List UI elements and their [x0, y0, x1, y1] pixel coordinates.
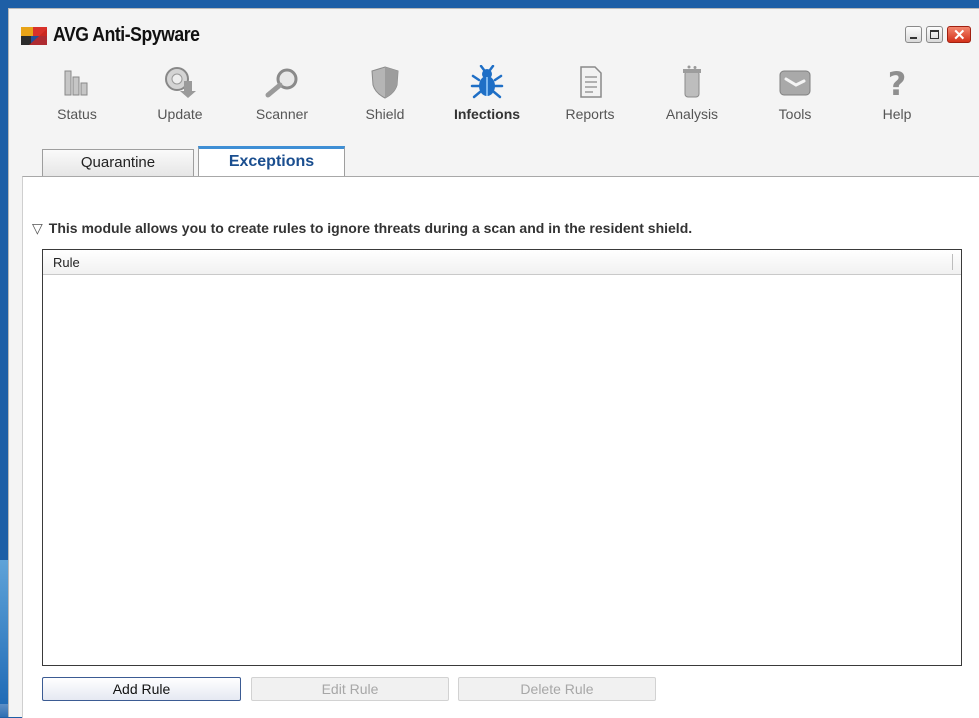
maximize-button[interactable] — [926, 26, 943, 43]
rules-list[interactable]: Rule — [42, 249, 962, 666]
toolbar-shield-button[interactable]: Shield — [345, 65, 425, 135]
toolbar-scanner-label: Scanner — [255, 106, 309, 122]
toolbar-help-button[interactable]: ? Help — [857, 65, 937, 135]
toolbar-tools-button[interactable]: Tools — [755, 65, 835, 135]
delete-rule-button[interactable]: Delete Rule — [458, 677, 656, 701]
minimize-button[interactable] — [905, 26, 922, 43]
toolbar-help-label: Help — [882, 106, 912, 122]
title-bar[interactable]: AVG Anti-Spyware ✕ — [9, 9, 979, 53]
toolbar-update-button[interactable]: Update — [140, 65, 220, 135]
scanner-icon — [265, 68, 298, 98]
tools-icon — [779, 70, 811, 96]
svg-text:?: ? — [888, 65, 907, 99]
column-divider[interactable] — [952, 254, 953, 270]
help-icon: ? — [888, 65, 907, 99]
app-title: AVG Anti-Spyware — [53, 24, 200, 46]
toolbar-status-label: Status — [57, 106, 97, 122]
toolbar-reports-label: Reports — [565, 106, 615, 122]
toolbar-analysis-button[interactable]: Analysis — [652, 65, 732, 135]
infections-icon — [470, 65, 504, 99]
close-button[interactable]: ✕ — [947, 26, 971, 44]
module-description: ▽ This module allows you to create rules … — [32, 220, 692, 237]
status-icon — [64, 70, 88, 96]
toolbar-reports-button[interactable]: Reports — [550, 65, 630, 135]
update-icon — [165, 67, 196, 98]
shield-icon — [371, 66, 399, 99]
module-description-text: This module allows you to create rules t… — [48, 220, 693, 236]
rules-list-header: Rule — [43, 250, 961, 275]
tab-quarantine[interactable]: Quarantine — [42, 149, 194, 176]
analysis-icon — [683, 65, 701, 98]
close-icon: ✕ — [953, 27, 966, 44]
toolbar-infections-label: Infections — [453, 106, 521, 122]
avg-logo-icon — [21, 27, 47, 45]
collapse-triangle-icon[interactable]: ▽ — [32, 220, 43, 237]
column-header-rule[interactable]: Rule — [53, 255, 80, 270]
toolbar-update-label: Update — [157, 106, 203, 122]
reports-icon — [580, 66, 602, 98]
app-window: AVG Anti-Spyware ✕ Status Update Scanner… — [8, 8, 979, 718]
edit-rule-button[interactable]: Edit Rule — [251, 677, 449, 701]
toolbar-shield-label: Shield — [365, 106, 405, 122]
toolbar-scanner-button[interactable]: Scanner — [242, 65, 322, 135]
toolbar-status-button[interactable]: Status — [37, 65, 117, 135]
toolbar-tools-label: Tools — [778, 106, 812, 122]
toolbar-infections-button[interactable]: Infections — [447, 65, 527, 135]
exceptions-panel: ▽ This module allows you to create rules … — [22, 176, 979, 718]
add-rule-button[interactable]: Add Rule — [42, 677, 241, 701]
toolbar-analysis-label: Analysis — [665, 106, 719, 122]
tab-exceptions[interactable]: Exceptions — [198, 146, 345, 177]
